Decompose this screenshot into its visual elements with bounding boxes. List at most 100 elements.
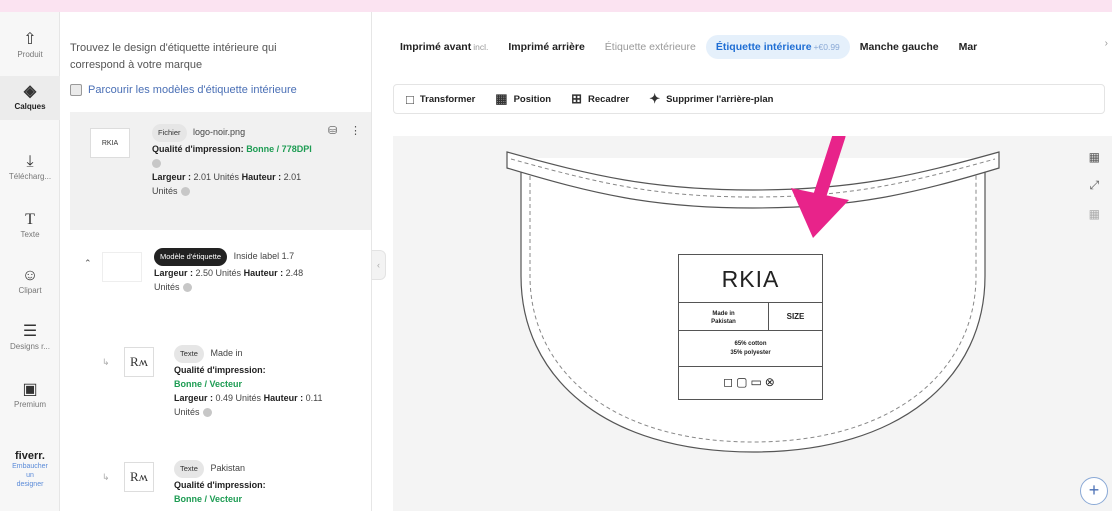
rail-item-upload[interactable]: ⤓ Télécharg... [0, 152, 60, 181]
quality-label: Qualité d'impression: [152, 144, 244, 154]
tab-right-sleeve[interactable]: Mar [949, 35, 988, 59]
zoom-in-button[interactable]: + [1080, 477, 1108, 505]
browse-templates-label: Parcourir les modèles d'étiquette intéri… [88, 84, 297, 96]
rail-item-label: Télécharg... [8, 172, 52, 181]
tab-back-print[interactable]: Imprimé arrière [498, 35, 594, 59]
inside-label-preview[interactable]: RKIA Made in Pakistan SIZE 65% cotton 35… [678, 254, 823, 400]
rail-item-text[interactable]: T Texte [0, 210, 60, 239]
collapse-panel-handle[interactable]: ‹ [372, 250, 386, 280]
label-brand-text[interactable]: RKIA [679, 255, 822, 303]
rail-item-product[interactable]: ⇧ Produit [0, 30, 60, 59]
edit-toolbar: □ Transformer ▦ Position ⊞ Recadrer ✦ Suppri… [393, 84, 1105, 114]
fiverr-logo: fiverr. [15, 450, 45, 462]
tab-label: Étiquette intérieure [715, 41, 812, 53]
layer-type-tag: Texte [174, 345, 204, 363]
text-icon: T [25, 211, 35, 228]
layer-text-pakistan[interactable]: ↳ Rʍ Texte Pakistan Qualité d'impression… [70, 452, 371, 511]
tab-front-print[interactable]: Imprimé avant incl. [390, 35, 498, 59]
thumbnail-text: RKIA [101, 139, 119, 147]
designs-icon: ☰ [22, 323, 38, 340]
rail-item-designs[interactable]: ☰ Designs r... [0, 322, 60, 351]
tab-label: Étiquette extérieure [604, 41, 696, 53]
fit-screen-icon[interactable]: ⤢ [1089, 178, 1100, 193]
canvas-side-tools: ▦ ⤢ ▦ [1089, 150, 1100, 221]
made-in-text: Made in [712, 311, 735, 317]
width-value: 2.01 Unités [193, 172, 240, 182]
upload-icon: ⤓ [26, 153, 34, 170]
quality-label: Qualité d'impression: [174, 480, 266, 490]
tool-label: Recadrer [587, 93, 630, 105]
width-label: Largeur : [154, 268, 194, 278]
nested-arrow-icon: ↳ [102, 357, 110, 367]
rail-item-label: Clipart [18, 286, 42, 295]
fiverr-text: Embaucher [12, 463, 48, 470]
layer-text-made-in[interactable]: ↳ Rʍ Texte Made in Qualité d'impression:… [70, 337, 371, 437]
width-value: 2.50 Unités [195, 268, 242, 278]
layer-label-template[interactable]: ⌃ Modèle d'étiquette Inside label 1.7 La… [70, 240, 371, 310]
grid-icon[interactable]: ▦ [1089, 207, 1100, 221]
qr-grid-icon[interactable]: ▦ [1089, 150, 1100, 164]
crop-icon: ⊞ [571, 91, 582, 106]
info-icon[interactable] [180, 187, 190, 197]
rail-item-label: Premium [13, 400, 46, 409]
nested-arrow-icon: ↳ [102, 472, 110, 482]
shirt-icon: ⇧ [23, 31, 37, 48]
fiverr-hire-designer[interactable]: fiverr. Embaucher un designer [0, 450, 60, 489]
info-icon[interactable] [152, 159, 161, 169]
tab-label: Mar [958, 41, 978, 53]
layer-thumbnail: Rʍ [124, 462, 154, 492]
layer-thumbnail [102, 252, 142, 282]
info-icon[interactable] [182, 283, 192, 293]
layer-name: Pakistan [210, 463, 245, 473]
layer-thumbnail: Rʍ [124, 347, 154, 377]
layer-type-tag: Fichier [152, 124, 187, 142]
lock-icon[interactable]: ⛁ [328, 124, 337, 137]
quality-value: Bonne / 778DPI [246, 144, 312, 154]
rail-item-premium[interactable]: ▣ Premium [0, 380, 60, 409]
layer-logo[interactable]: RKIA Fichier logo-noir.png Qualité d'imp… [70, 112, 371, 230]
remove-background-button[interactable]: ✦ Supprimer l'arrière-plan [649, 91, 773, 107]
country-text: Pakistan [711, 319, 736, 325]
rail-item-label: Produit [17, 50, 43, 59]
layers-panel: Trouvez le design d'étiquette intérieure… [60, 12, 372, 511]
tab-price: +€0.99 [813, 42, 840, 52]
made-in-cell[interactable]: Made in Pakistan [679, 303, 769, 330]
composition-line: 35% polyester [730, 350, 771, 356]
premium-icon: ▣ [22, 381, 38, 398]
thumbnail-text: Rʍ [129, 469, 149, 484]
layer-thumbnail: RKIA [90, 128, 130, 158]
tab-outside-label[interactable]: Étiquette extérieure [595, 35, 706, 59]
quality-value: Bonne / Vecteur [174, 494, 243, 504]
browse-templates-link[interactable]: Parcourir les modèles d'étiquette intéri… [70, 84, 297, 96]
rail-item-layers[interactable]: ◈ Calques [0, 76, 60, 120]
chevron-up-icon[interactable]: ⌃ [84, 258, 92, 269]
position-button[interactable]: ▦ Position [495, 91, 551, 107]
label-composition[interactable]: 65% cotton 35% polyester [679, 331, 822, 367]
tab-label: Imprimé avant [400, 41, 472, 53]
width-value: 0.49 Unités [215, 393, 262, 403]
rail-item-label: Texte [20, 230, 40, 239]
tool-label: Position [513, 93, 552, 105]
rail-item-label: Calques [14, 102, 46, 111]
transform-button[interactable]: □ Transformer [406, 92, 475, 107]
rail-item-label: Designs r... [9, 342, 50, 351]
width-label: Largeur : [152, 172, 192, 182]
tabs-scroll-right-icon[interactable]: › [1105, 38, 1108, 49]
size-cell[interactable]: SIZE [769, 303, 822, 330]
crop-button[interactable]: ⊞ Recadrer [571, 91, 629, 107]
transform-icon: □ [406, 91, 414, 107]
info-icon[interactable] [202, 408, 212, 418]
height-label: Hauteur : [263, 393, 304, 403]
rail-item-clipart[interactable]: ☺ Clipart [0, 266, 60, 295]
tab-left-sleeve[interactable]: Manche gauche [850, 35, 949, 59]
care-symbols-icon[interactable]: ◻▢▭⊗ [679, 367, 822, 398]
position-icon: ▦ [495, 91, 508, 106]
layer-type-tag: Texte [174, 460, 204, 478]
layer-name: Inside label 1.7 [233, 251, 295, 261]
more-options-icon[interactable]: ⋮ [350, 124, 361, 137]
fiverr-text: un [26, 472, 34, 479]
layers-icon: ◈ [23, 83, 37, 100]
height-value: 0.11 [305, 393, 323, 403]
tab-inside-label[interactable]: Étiquette intérieure +€0.99 [705, 35, 850, 59]
layer-type-tag: Modèle d'étiquette [154, 248, 228, 266]
